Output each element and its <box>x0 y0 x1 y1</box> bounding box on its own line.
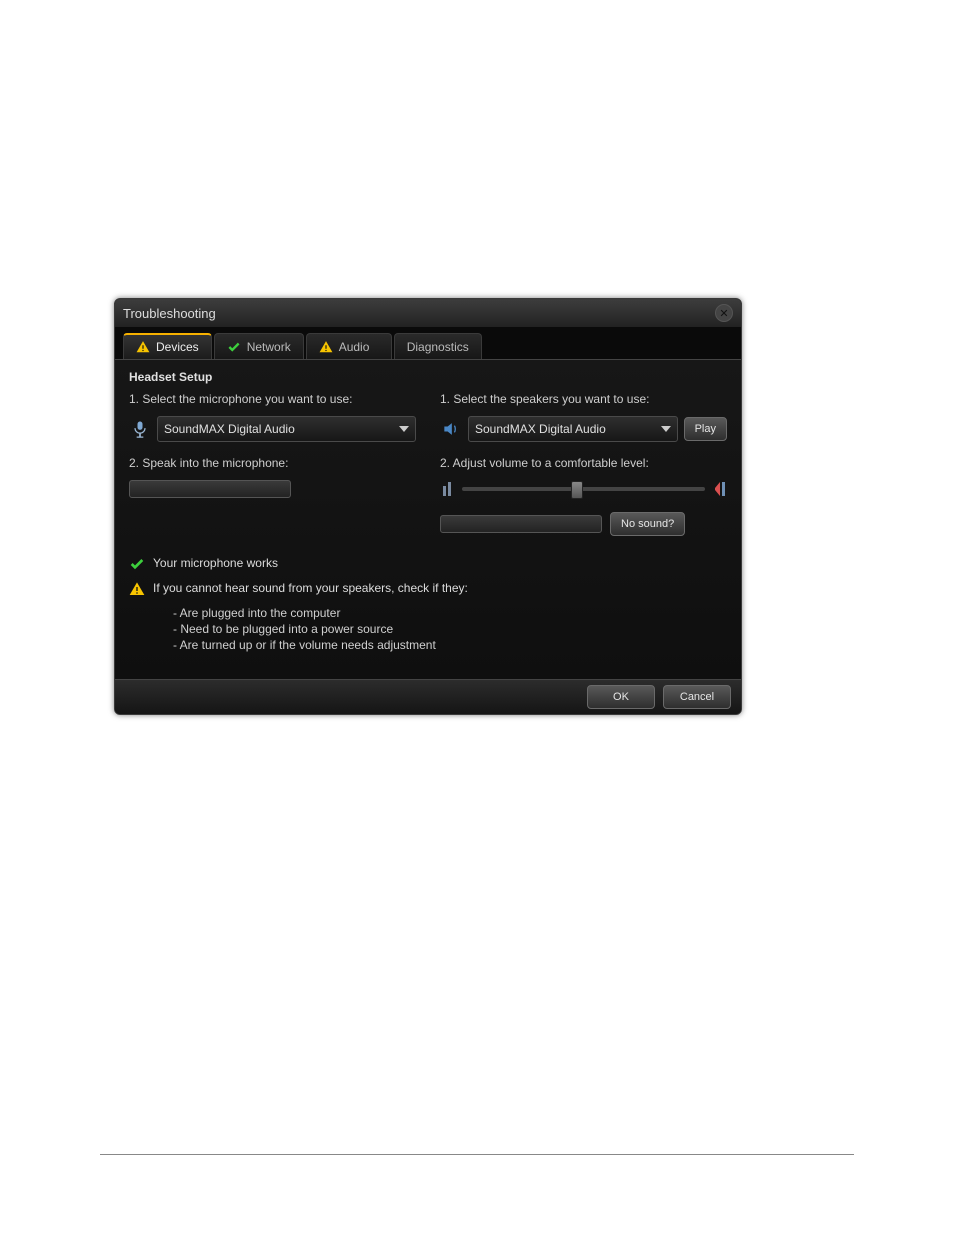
spk-warn-text: If you cannot hear sound from your speak… <box>153 581 468 595</box>
speakers-select[interactable]: SoundMAX Digital Audio <box>468 416 678 442</box>
volume-high-icon <box>713 480 727 498</box>
spk-warn-status: If you cannot hear sound from your speak… <box>129 581 727 600</box>
speaker-level-meter <box>440 515 602 533</box>
volume-slider-row <box>440 480 727 498</box>
mic-step1-label: 1. Select the microphone you want to use… <box>129 392 416 406</box>
play-button[interactable]: Play <box>684 417 727 441</box>
tab-audio-label: Audio <box>339 340 370 354</box>
tab-diagnostics[interactable]: Diagnostics <box>394 333 482 359</box>
tab-bar: Devices Network Audio Diagnostics <box>115 327 741 360</box>
spk-step1-label: 1. Select the speakers you want to use: <box>440 392 727 406</box>
checkmark-icon <box>129 556 145 575</box>
cancel-button-label: Cancel <box>680 691 714 703</box>
chevron-down-icon <box>661 426 671 432</box>
microphone-level-meter <box>129 480 291 498</box>
close-icon: ✕ <box>719 307 728 320</box>
no-sound-button-label: No sound? <box>621 518 674 530</box>
microphone-select[interactable]: SoundMAX Digital Audio <box>157 416 416 442</box>
page-divider <box>100 1154 854 1155</box>
status-block: Your microphone works If you cannot hear… <box>129 556 727 652</box>
tab-audio[interactable]: Audio <box>306 333 392 359</box>
play-button-label: Play <box>695 423 716 435</box>
volume-slider[interactable] <box>462 487 705 491</box>
volume-low-icon <box>440 480 454 498</box>
warning-icon <box>129 581 145 600</box>
bullet-item: - Need to be plugged into a power source <box>173 622 727 636</box>
warning-icon <box>319 340 333 354</box>
section-title: Headset Setup <box>129 370 727 384</box>
speaker-icon <box>440 418 462 440</box>
mic-ok-text: Your microphone works <box>153 556 278 570</box>
microphone-column: 1. Select the microphone you want to use… <box>129 392 416 536</box>
warning-icon <box>136 340 150 354</box>
mic-ok-status: Your microphone works <box>129 556 727 575</box>
ok-button-label: OK <box>613 691 629 703</box>
tab-devices-label: Devices <box>156 340 199 354</box>
troubleshooting-dialog: Troubleshooting ✕ Devices Network <box>114 298 742 715</box>
checkmark-icon <box>227 340 241 354</box>
dialog-footer: OK Cancel <box>115 679 741 714</box>
bullet-item: - Are turned up or if the volume needs a… <box>173 638 727 652</box>
speakers-column: 1. Select the speakers you want to use: … <box>440 392 727 536</box>
tab-network[interactable]: Network <box>214 333 304 359</box>
cancel-button[interactable]: Cancel <box>663 685 731 709</box>
ok-button[interactable]: OK <box>587 685 655 709</box>
bullet-item: - Are plugged into the computer <box>173 606 727 620</box>
spk-step2-label: 2. Adjust volume to a comfortable level: <box>440 456 727 470</box>
window-title: Troubleshooting <box>123 306 216 321</box>
titlebar: Troubleshooting ✕ <box>115 299 741 327</box>
speakers-select-value: SoundMAX Digital Audio <box>475 422 606 436</box>
chevron-down-icon <box>399 426 409 432</box>
no-sound-button[interactable]: No sound? <box>610 512 685 536</box>
mic-step2-label: 2. Speak into the microphone: <box>129 456 416 470</box>
spk-warn-bullets: - Are plugged into the computer - Need t… <box>173 606 727 652</box>
tab-devices[interactable]: Devices <box>123 333 212 359</box>
microphone-select-value: SoundMAX Digital Audio <box>164 422 295 436</box>
microphone-icon <box>129 418 151 440</box>
tab-diagnostics-label: Diagnostics <box>407 340 469 354</box>
content-area: Headset Setup 1. Select the microphone y… <box>115 360 741 714</box>
close-button[interactable]: ✕ <box>715 304 733 322</box>
volume-slider-thumb[interactable] <box>571 481 583 499</box>
tab-network-label: Network <box>247 340 291 354</box>
